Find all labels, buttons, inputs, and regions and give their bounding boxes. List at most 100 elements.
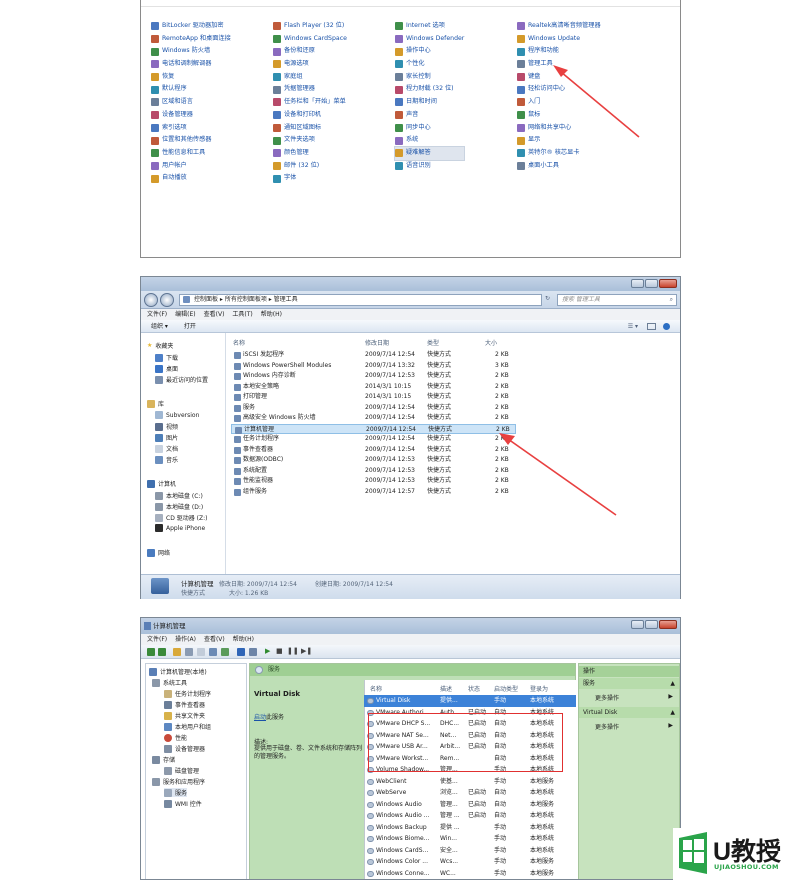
tree-event-viewer[interactable]: 事件查看器	[164, 700, 205, 709]
tree-wmi[interactable]: WMI 控件	[164, 799, 202, 808]
properties-icon[interactable]	[197, 648, 205, 656]
cp-item[interactable]: 设备管理器	[151, 109, 231, 122]
column-date[interactable]: 修改日期	[365, 338, 389, 347]
actions-section-services[interactable]: 服务 ▲	[579, 678, 679, 689]
cp-item[interactable]: 电话和调制解调器	[151, 58, 231, 71]
menu-action[interactable]: 操作(A)	[175, 634, 196, 645]
forward-icon[interactable]	[158, 648, 166, 656]
cp-item[interactable]: BitLocker 驱动器加密	[151, 20, 231, 33]
service-row[interactable]: Windows Color ... Wcs... 手动 本地服务	[364, 856, 576, 868]
cp-item[interactable]: 恢复	[151, 71, 231, 84]
cp-item[interactable]: 文件夹选项	[273, 134, 347, 147]
nav-pictures[interactable]: 图片	[155, 433, 178, 442]
view-options-icon[interactable]: ☰ ▾	[628, 320, 638, 333]
col-name[interactable]: 名称	[370, 684, 382, 696]
nav-cd-drive[interactable]: CD 驱动器 (Z:)	[155, 513, 207, 522]
maximize-button[interactable]	[645, 279, 658, 288]
stop-service-icon[interactable]: ■	[276, 647, 283, 655]
action-pane-icon[interactable]	[249, 648, 257, 656]
file-row[interactable]: 事件查看器 2009/7/14 12:54 快捷方式 2 KB	[231, 445, 516, 456]
cp-item[interactable]: 系统	[395, 134, 464, 147]
cp-item[interactable]: 任务栏和「开始」菜单	[273, 96, 347, 109]
nav-iphone[interactable]: Apple iPhone	[155, 524, 205, 532]
nav-computer[interactable]: 计算机	[147, 479, 176, 488]
menu-help[interactable]: 帮助(H)	[233, 634, 254, 645]
nav-recent[interactable]: 最近访问的位置	[155, 375, 208, 384]
menu-file[interactable]: 文件(F)	[147, 309, 167, 320]
tree-device-manager[interactable]: 设备管理器	[164, 744, 205, 753]
service-row[interactable]: Windows CardS... 安全... 手动 本地系统	[364, 845, 576, 857]
search-input[interactable]: 搜索 管理工具 ⌕	[557, 294, 677, 306]
cp-item[interactable]: 性能信息和工具	[151, 147, 231, 160]
export-list-icon[interactable]	[209, 648, 217, 656]
column-size[interactable]: 大小	[485, 338, 497, 347]
cp-item[interactable]: 桌面小工具	[517, 160, 601, 173]
file-row[interactable]: 组件服务 2009/7/14 12:57 快捷方式 2 KB	[231, 487, 516, 498]
cp-item[interactable]: Windows Defender	[395, 33, 464, 46]
help-icon[interactable]	[663, 323, 670, 330]
pause-service-icon[interactable]: ❚❚	[287, 647, 299, 655]
cp-item[interactable]: 英特尔® 核芯显卡	[517, 147, 601, 160]
service-row[interactable]: Windows Audio 管理... 已启动 自动 本地服务	[364, 799, 576, 811]
cp-item[interactable]: 程力财载 (32 位)	[395, 83, 464, 96]
show-hide-tree-icon[interactable]	[185, 648, 193, 656]
nav-subversion[interactable]: Subversion	[155, 411, 199, 419]
nav-network[interactable]: 网络	[147, 548, 170, 557]
cp-item[interactable]: 邮件 (32 位)	[273, 160, 347, 173]
tree-system-tools[interactable]: 系统工具	[152, 678, 187, 687]
start-service-icon[interactable]: ▶	[265, 647, 270, 655]
nav-downloads[interactable]: 下载	[155, 353, 178, 362]
nav-drive-d[interactable]: 本地磁盘 (D:)	[155, 502, 203, 511]
file-row[interactable]: 系统配置 2009/7/14 12:53 快捷方式 2 KB	[231, 466, 516, 477]
menu-help[interactable]: 帮助(H)	[261, 309, 282, 320]
cp-item[interactable]: Windows CardSpace	[273, 33, 347, 46]
nav-desktop[interactable]: 桌面	[155, 364, 178, 373]
tree-disk-management[interactable]: 磁盘管理	[164, 766, 199, 775]
col-status[interactable]: 状态	[468, 684, 480, 696]
file-row[interactable]: 数据源(ODBC) 2009/7/14 12:53 快捷方式 2 KB	[231, 455, 516, 466]
file-row[interactable]: iSCSI 发起程序 2009/7/14 12:54 快捷方式 2 KB	[231, 350, 516, 361]
preview-pane-icon[interactable]	[647, 323, 656, 330]
nav-music[interactable]: 音乐	[155, 455, 178, 464]
cp-item[interactable]: 日期和时间	[395, 96, 464, 109]
tree-shared-folders[interactable]: 共享文件夹	[164, 711, 205, 720]
col-startup-type[interactable]: 启动类型	[494, 684, 518, 696]
tree-local-users[interactable]: 本地用户和组	[164, 722, 211, 731]
tree-performance[interactable]: 性能	[164, 733, 187, 742]
nav-favorites[interactable]: ★ 收藏夹	[147, 341, 173, 350]
nav-videos[interactable]: 视频	[155, 422, 178, 431]
minimize-button[interactable]	[631, 279, 644, 288]
address-input[interactable]: 控制面板 ▸ 所有控制面板项 ▸ 管理工具	[179, 294, 542, 306]
service-row[interactable]: Windows Conne... WC... 手动 本地服务	[364, 868, 576, 880]
organize-button[interactable]: 组织 ▾	[151, 323, 168, 330]
refresh-icon[interactable]	[221, 648, 229, 656]
cp-item[interactable]: RemoteApp 和桌面连接	[151, 33, 231, 46]
maximize-button[interactable]	[645, 620, 658, 629]
cp-item[interactable]: 电源选项	[273, 58, 347, 71]
cp-item[interactable]: Flash Player (32 位)	[273, 20, 347, 33]
start-link[interactable]: 启动	[254, 714, 266, 721]
file-row[interactable]: Windows 内存诊断 2009/7/14 12:53 快捷方式 2 KB	[231, 371, 516, 382]
back-button[interactable]	[144, 293, 158, 307]
help-icon[interactable]	[237, 648, 245, 656]
menu-view[interactable]: 查看(V)	[204, 634, 225, 645]
tree-task-scheduler[interactable]: 任务计划程序	[164, 689, 211, 698]
file-row[interactable]: 本地安全策略 2014/3/1 10:15 快捷方式 2 KB	[231, 382, 516, 393]
back-icon[interactable]	[147, 648, 155, 656]
nav-drive-c[interactable]: 本地磁盘 (C:)	[155, 491, 203, 500]
file-row[interactable]: 服务 2009/7/14 12:54 快捷方式 2 KB	[231, 403, 516, 414]
col-description[interactable]: 描述	[440, 684, 452, 696]
service-row[interactable]: WebServe 浏览... 已启动 自动 本地系统	[364, 787, 576, 799]
cp-item[interactable]: Realtek高清晰音频管理器	[517, 20, 601, 33]
service-row[interactable]: Virtual Disk 提供... 手动 本地系统	[364, 695, 576, 707]
actions-section-virtual-disk[interactable]: Virtual Disk ▲	[579, 707, 679, 718]
service-row[interactable]: Windows Backup 提供 ... 手动 本地系统	[364, 822, 576, 834]
cp-item[interactable]: Internet 选项	[395, 20, 464, 33]
cp-item[interactable]: 程序和功能	[517, 45, 601, 58]
service-row[interactable]: Windows Audio ... 管理 ... 已启动 自动 本地系统	[364, 810, 576, 822]
file-row[interactable]: 高级安全 Windows 防火墙 2009/7/14 12:54 快捷方式 2 KB	[231, 413, 516, 424]
file-row[interactable]: Windows PowerShell Modules 2009/7/14 13:3…	[231, 361, 516, 372]
tree-services-apps[interactable]: 服务和应用程序	[152, 777, 205, 786]
tree-services[interactable]: 服务	[164, 788, 188, 797]
cp-item[interactable]: 操作中心	[395, 45, 464, 58]
